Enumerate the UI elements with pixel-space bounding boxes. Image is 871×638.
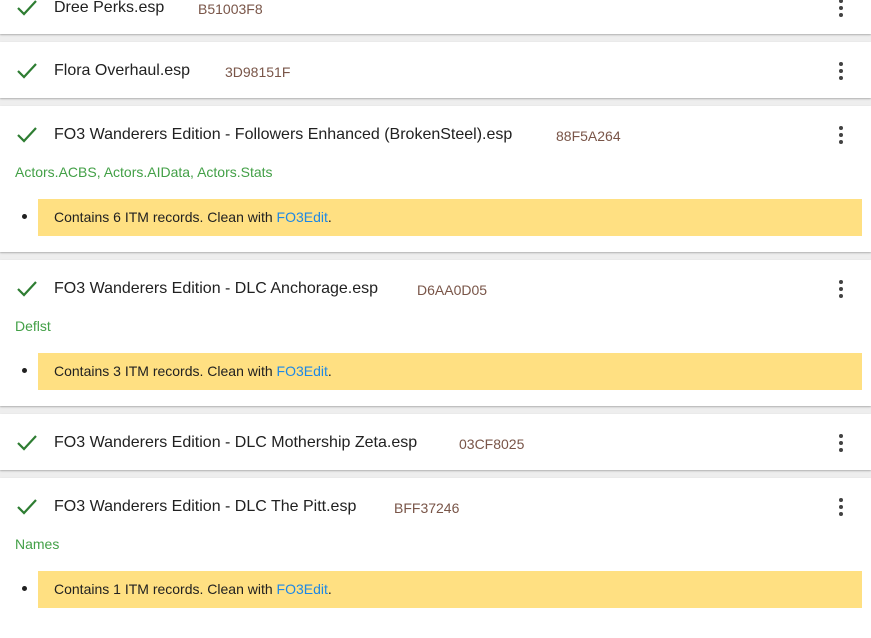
fo3edit-link[interactable]: FO3Edit <box>277 581 328 597</box>
plugin-name: Flora Overhaul.esp <box>54 62 191 79</box>
more-vert-icon[interactable] <box>831 0 851 20</box>
plugin-card: FO3 Wanderers Edition - DLC The Pitt.esp… <box>0 478 871 638</box>
plugin-name: Dree Perks.esp <box>54 0 165 16</box>
message-text: Contains 3 ITM records. Clean with <box>54 363 277 379</box>
plugin-header: FO3 Wanderers Edition - Followers Enhanc… <box>0 123 871 147</box>
warning-message: Contains 6 ITM records. Clean with FO3Ed… <box>38 199 862 236</box>
plugin-crc: 3D98151F <box>225 64 291 80</box>
bash-tags: Deflst <box>15 318 51 334</box>
plugin-card: FO3 Wanderers Edition - DLC Mothership Z… <box>0 414 871 470</box>
check-icon <box>16 497 38 517</box>
plugin-name: FO3 Wanderers Edition - DLC Anchorage.es… <box>54 280 379 297</box>
fo3edit-link[interactable]: FO3Edit <box>277 209 328 225</box>
message-suffix: . <box>327 209 332 225</box>
plugin-name: FO3 Wanderers Edition - Followers Enhanc… <box>54 126 513 143</box>
check-icon <box>16 279 38 299</box>
message-bullet <box>22 368 27 373</box>
plugin-name: FO3 Wanderers Edition - DLC The Pitt.esp <box>54 498 357 515</box>
plugin-crc: D6AA0D05 <box>417 282 488 298</box>
plugin-header: Flora Overhaul.esp 3D98151F <box>0 59 871 83</box>
plugin-card: FO3 Wanderers Edition - Followers Enhanc… <box>0 106 871 252</box>
bash-tags: Names <box>15 536 60 552</box>
warning-message: Contains 3 ITM records. Clean with FO3Ed… <box>38 353 862 390</box>
check-icon <box>16 125 38 145</box>
warning-message: Contains 1 ITM records. Clean with FO3Ed… <box>38 571 862 608</box>
more-vert-icon[interactable] <box>831 123 851 147</box>
message-text: Contains 6 ITM records. Clean with <box>54 209 277 225</box>
plugin-crc: 88F5A264 <box>556 128 621 144</box>
plugin-card: FO3 Wanderers Edition - DLC Anchorage.es… <box>0 260 871 406</box>
message-text: Contains 1 ITM records. Clean with <box>54 581 277 597</box>
bash-tags: Actors.ACBS, Actors.AIData, Actors.Stats <box>15 164 273 180</box>
more-vert-icon[interactable] <box>831 495 851 519</box>
plugin-header: FO3 Wanderers Edition - DLC Mothership Z… <box>0 431 871 455</box>
fo3edit-link[interactable]: FO3Edit <box>277 363 328 379</box>
plugin-card: Flora Overhaul.esp 3D98151F <box>0 42 871 98</box>
message-suffix: . <box>327 581 332 597</box>
plugin-header: FO3 Wanderers Edition - DLC Anchorage.es… <box>0 277 871 301</box>
plugin-crc: 03CF8025 <box>459 436 525 452</box>
message-bullet <box>22 586 27 591</box>
plugin-header: Dree Perks.esp B51003F8 <box>0 0 871 20</box>
more-vert-icon[interactable] <box>831 277 851 301</box>
check-icon <box>16 61 38 81</box>
check-icon <box>16 433 38 453</box>
plugin-name: FO3 Wanderers Edition - DLC Mothership Z… <box>54 434 418 451</box>
plugin-crc: BFF37246 <box>394 500 460 516</box>
check-icon <box>16 0 38 18</box>
plugin-crc: B51003F8 <box>198 1 263 17</box>
message-suffix: . <box>327 363 332 379</box>
plugin-header: FO3 Wanderers Edition - DLC The Pitt.esp… <box>0 495 871 519</box>
plugin-card: Dree Perks.esp B51003F8 <box>0 0 871 34</box>
message-bullet <box>22 214 27 219</box>
more-vert-icon[interactable] <box>831 59 851 83</box>
more-vert-icon[interactable] <box>831 431 851 455</box>
